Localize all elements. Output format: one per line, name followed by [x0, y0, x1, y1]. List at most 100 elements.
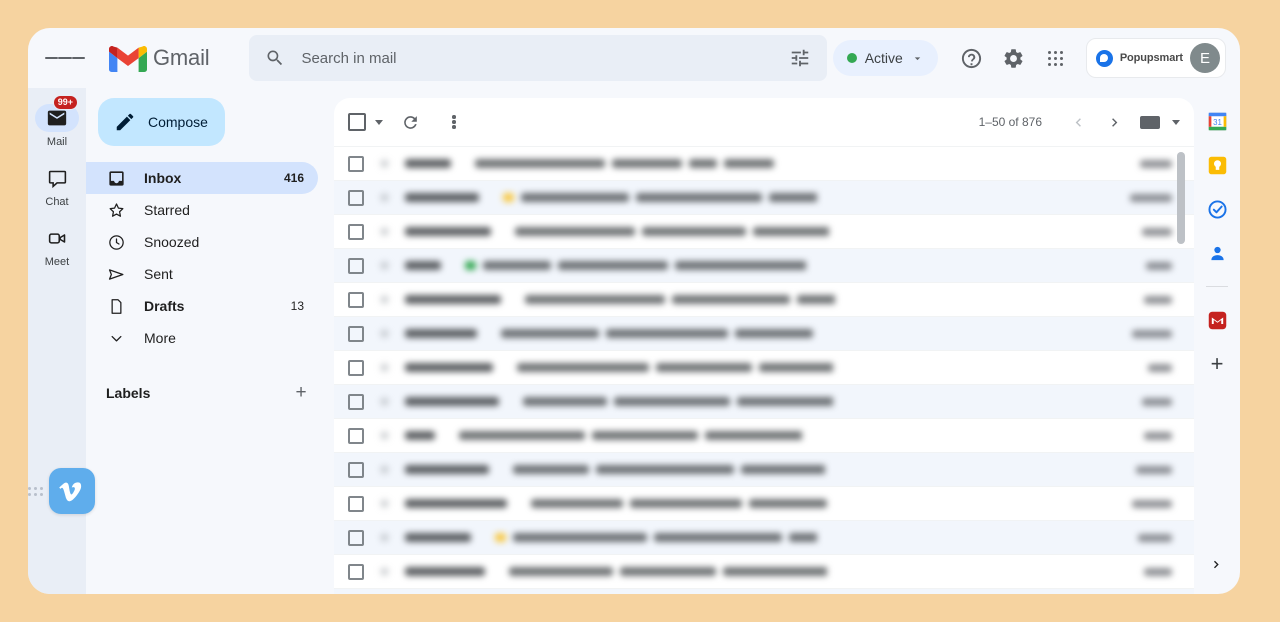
google-apps-grid-icon[interactable] [1036, 38, 1076, 78]
avatar[interactable]: E [1190, 43, 1220, 73]
table-row[interactable] [334, 452, 1194, 486]
sidebar-nav: Inbox 416 Starred Snoozed Sent Drafts 13… [86, 162, 334, 354]
plus-icon[interactable]: + [1211, 353, 1224, 375]
account-chip[interactable]: Popupsmart E [1085, 38, 1226, 78]
select-all-checkbox[interactable] [348, 113, 366, 131]
sidebar-item-inbox[interactable]: Inbox 416 [86, 162, 318, 194]
row-checkbox[interactable] [348, 393, 364, 410]
google-keep-icon[interactable] [1206, 154, 1228, 176]
sidebar-item-starred[interactable]: Starred [86, 194, 318, 226]
sidebar-item-snoozed[interactable]: Snoozed [86, 226, 318, 258]
google-contacts-icon[interactable] [1206, 242, 1228, 264]
row-subject-segment [769, 193, 817, 202]
row-obscured-content [364, 497, 1194, 510]
star-icon[interactable] [378, 531, 391, 543]
star-icon[interactable] [378, 565, 391, 577]
gmail-addon-icon[interactable] [1206, 309, 1228, 331]
row-checkbox[interactable] [348, 495, 364, 512]
row-subject-segment [735, 329, 813, 338]
table-row[interactable] [334, 214, 1194, 248]
star-icon[interactable] [378, 361, 391, 373]
row-obscured-content [364, 531, 1194, 544]
table-row[interactable] [334, 588, 1194, 594]
search-options-icon[interactable] [789, 47, 811, 69]
sidebar-item-more[interactable]: More [86, 322, 318, 354]
table-row[interactable] [334, 316, 1194, 350]
star-icon[interactable] [378, 327, 391, 339]
star-icon[interactable] [378, 259, 391, 271]
table-row[interactable] [334, 350, 1194, 384]
row-checkbox[interactable] [348, 155, 364, 172]
floating-widget [28, 468, 95, 514]
chevron-right-icon[interactable] [1209, 557, 1224, 577]
rail-item-chat[interactable]: Chat [28, 158, 86, 218]
refresh-icon[interactable] [393, 105, 427, 139]
chevron-left-icon[interactable] [1062, 106, 1094, 138]
table-row[interactable] [334, 248, 1194, 282]
star-icon[interactable] [378, 157, 391, 169]
row-checkbox[interactable] [348, 427, 364, 444]
mail-unread-badge: 99+ [52, 95, 78, 110]
row-obscured-content [364, 565, 1194, 578]
search-input[interactable] [299, 48, 790, 68]
star-icon[interactable] [378, 191, 391, 203]
row-checkbox[interactable] [348, 257, 364, 274]
row-checkbox[interactable] [348, 223, 364, 240]
table-row[interactable] [334, 554, 1194, 588]
sidebar-item-drafts[interactable]: Drafts 13 [86, 290, 318, 322]
table-row[interactable] [334, 418, 1194, 452]
table-row[interactable] [334, 180, 1194, 214]
table-row[interactable] [334, 146, 1194, 180]
row-subject-segment [483, 261, 551, 270]
star-icon[interactable] [378, 497, 391, 509]
kebab-menu-icon[interactable] [437, 105, 471, 139]
status-badge[interactable]: Active [832, 40, 938, 76]
rail-label-chat: Chat [45, 196, 69, 208]
compose-label: Compose [148, 114, 208, 130]
hamburger-menu-icon[interactable] [45, 38, 85, 78]
google-tasks-icon[interactable] [1206, 198, 1228, 220]
table-row[interactable] [334, 520, 1194, 554]
chevron-right-icon[interactable] [1098, 106, 1130, 138]
table-row[interactable] [334, 282, 1194, 316]
rail-item-meet[interactable]: Meet [28, 218, 86, 278]
google-calendar-icon[interactable]: 31 [1206, 110, 1228, 132]
star-icon[interactable] [378, 293, 391, 305]
row-checkbox[interactable] [348, 325, 364, 342]
table-row[interactable] [334, 486, 1194, 520]
keyboard-icon[interactable] [1134, 106, 1166, 138]
help-icon[interactable] [952, 38, 992, 78]
sidebar-item-sent[interactable]: Sent [86, 258, 318, 290]
compose-button[interactable]: Compose [98, 98, 225, 146]
drag-handle-dots-icon[interactable] [28, 486, 43, 496]
input-tools-chevron-down-icon[interactable] [1172, 119, 1180, 125]
star-icon[interactable] [378, 429, 391, 441]
row-subject-segment [654, 533, 782, 542]
row-checkbox[interactable] [348, 189, 364, 206]
row-subject-segment [759, 363, 833, 372]
row-checkbox[interactable] [348, 563, 364, 580]
vimeo-widget-button[interactable] [49, 468, 95, 514]
plus-icon[interactable]: + [288, 380, 314, 406]
pagination: 1–50 of 876 [979, 106, 1186, 138]
row-checkbox[interactable] [348, 291, 364, 308]
vimeo-logo-icon [59, 482, 82, 502]
star-icon[interactable] [378, 225, 391, 237]
row-accent-marker [465, 261, 476, 270]
table-row[interactable] [334, 384, 1194, 418]
row-checkbox[interactable] [348, 529, 364, 546]
select-all-dropdown-icon[interactable] [375, 119, 383, 125]
search-bar[interactable] [249, 35, 828, 81]
row-checkbox[interactable] [348, 359, 364, 376]
star-icon[interactable] [378, 463, 391, 475]
sidebar-label-sent: Sent [144, 266, 173, 282]
row-obscured-content [364, 395, 1194, 408]
row-subject-segment [513, 465, 589, 474]
gmail-brand[interactable]: Gmail [109, 44, 210, 73]
mail-list-scrollbar[interactable] [1177, 152, 1185, 244]
rail-item-mail[interactable]: 99+ Mail [28, 95, 86, 158]
gear-icon[interactable] [994, 38, 1034, 78]
star-icon[interactable] [378, 395, 391, 407]
row-date [1140, 159, 1172, 168]
row-checkbox[interactable] [348, 461, 364, 478]
